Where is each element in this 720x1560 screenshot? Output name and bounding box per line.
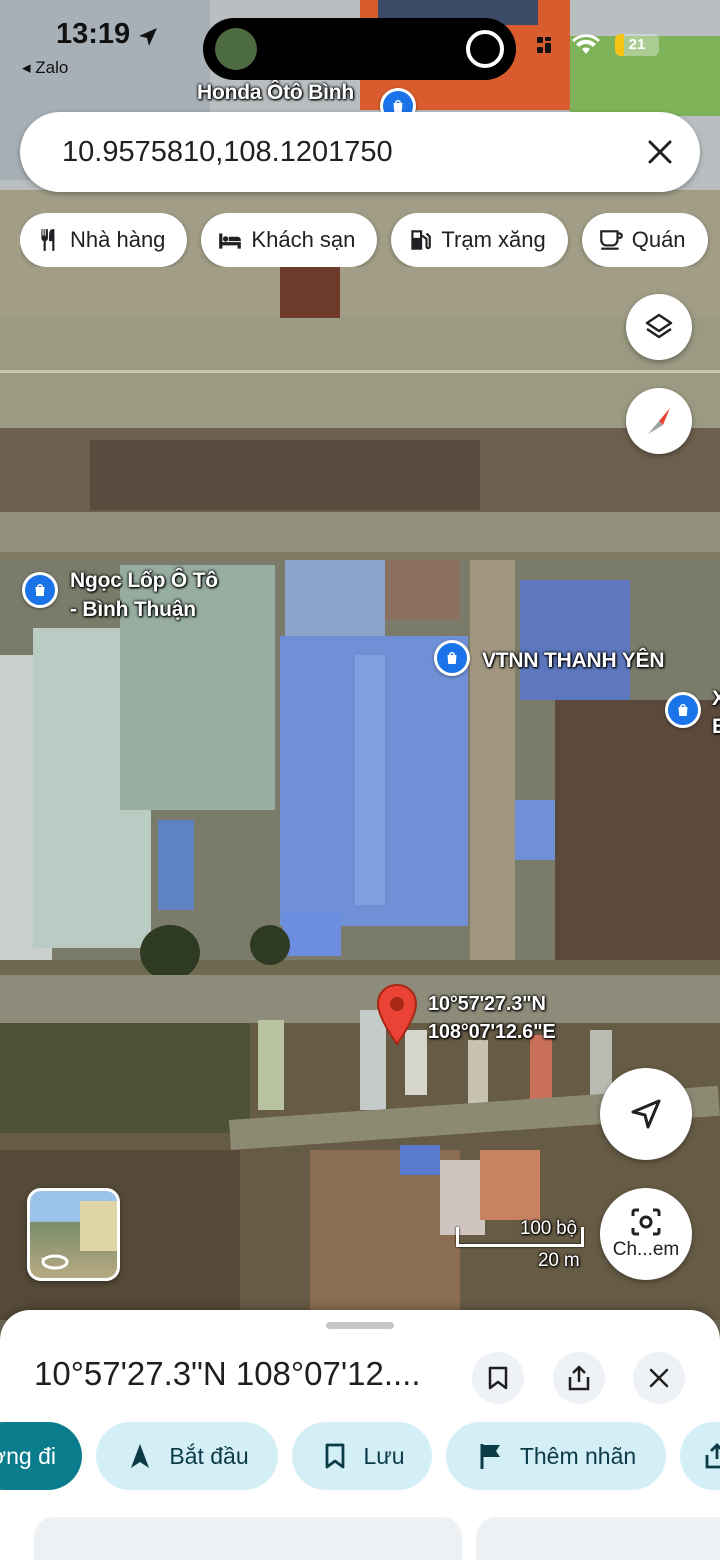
start-button[interactable]: Bắt đầu — [96, 1422, 278, 1490]
cafe-icon — [599, 230, 623, 250]
compass-icon — [648, 408, 670, 434]
activity-ring-icon — [466, 30, 504, 68]
info-card[interactable] — [476, 1517, 720, 1560]
street-view-thumbnail[interactable] — [27, 1188, 120, 1281]
my-location-button[interactable] — [600, 1068, 692, 1160]
navigation-arrow-icon — [131, 1444, 150, 1468]
bookmark-icon — [325, 1443, 344, 1469]
location-pin-icon[interactable] — [376, 983, 418, 1047]
cellular-signal-icon — [537, 37, 551, 53]
action-buttons-row: ường đi Bắt đầu Lưu Thêm nhãn — [0, 1422, 720, 1490]
shop-pin-icon[interactable] — [665, 692, 701, 728]
layers-button[interactable] — [626, 294, 692, 360]
layers-icon — [645, 313, 673, 339]
directions-label: ường đi — [0, 1442, 56, 1469]
chip-hotels[interactable]: Khách sạn — [201, 213, 378, 267]
directions-button[interactable]: ường đi — [0, 1422, 82, 1490]
navigation-arrow-icon — [631, 1099, 661, 1129]
share-icon — [705, 1443, 720, 1469]
close-icon — [648, 140, 672, 164]
map-label-edge-1[interactable]: X — [712, 686, 720, 711]
shop-pin-icon[interactable] — [22, 572, 58, 608]
chip-label: Khách sạn — [251, 227, 356, 252]
share-button[interactable] — [553, 1352, 605, 1404]
close-sheet-button[interactable] — [633, 1352, 685, 1404]
search-query-text[interactable]: 10.9575810,108.1201750 — [62, 136, 620, 169]
map-label-ngoc-lop-line1[interactable]: Ngọc Lốp Ô Tô — [70, 568, 218, 593]
category-chips: Nhà hàng Khách sạn Trạm xăng Quán — [20, 213, 720, 267]
pin-longitude: 108°07'12.6"E — [428, 1021, 556, 1043]
info-card[interactable] — [34, 1517, 462, 1560]
chip-label: Nhà hàng — [70, 227, 166, 252]
clear-search-button[interactable] — [620, 112, 700, 192]
rotate-360-icon — [41, 1254, 69, 1270]
map-label-ngoc-lop-line2[interactable]: - Bình Thuận — [70, 597, 196, 622]
sheet-drag-handle[interactable] — [326, 1322, 394, 1329]
scale-bar — [456, 1227, 584, 1247]
chip-gas-stations[interactable]: Trạm xăng — [391, 213, 568, 267]
status-icons: 21 — [535, 34, 659, 56]
save-label: Lưu — [363, 1442, 405, 1469]
save-button[interactable]: Lưu — [292, 1422, 432, 1490]
search-bar[interactable]: 10.9575810,108.1201750 — [20, 112, 700, 192]
chip-label: Trạm xăng — [441, 227, 546, 252]
wifi-icon — [572, 34, 600, 54]
battery-icon: 21 — [615, 34, 659, 56]
scale-meter-label: 20 m — [538, 1250, 580, 1271]
map-label-honda[interactable]: Honda Ôtô Bình — [197, 80, 354, 105]
close-icon — [649, 1368, 669, 1388]
compass-button[interactable] — [626, 388, 692, 454]
shop-pin-icon[interactable] — [434, 640, 470, 676]
restaurant-icon — [41, 229, 55, 251]
chip-label: Quán — [631, 227, 686, 252]
status-time: 13:19 — [56, 18, 131, 50]
back-to-zalo-link[interactable]: ◂ Zalo — [22, 58, 68, 78]
hotel-icon — [219, 233, 242, 249]
share-icon — [568, 1365, 590, 1391]
place-title: 10°57'27.3"N 108°07'12.... — [34, 1355, 421, 1392]
lens-label: Ch...em — [612, 1239, 680, 1260]
add-label-button[interactable]: Thêm nhãn — [446, 1422, 666, 1490]
flag-icon — [480, 1444, 500, 1469]
share-action-button[interactable] — [680, 1422, 720, 1490]
start-label: Bắt đầu — [169, 1442, 249, 1469]
add-label-label: Thêm nhãn — [519, 1442, 637, 1469]
map-label-edge-2[interactable]: E — [712, 714, 720, 739]
location-arrow-icon — [139, 28, 157, 46]
lens-camera-icon — [631, 1208, 661, 1236]
lens-search-button[interactable]: Ch...em — [600, 1188, 692, 1280]
dynamic-island[interactable] — [203, 18, 516, 80]
place-bottom-sheet[interactable]: 10°57'27.3"N 108°07'12.... ường đi Bắt đ… — [0, 1310, 720, 1560]
bookmark-icon — [488, 1366, 508, 1390]
save-bookmark-button[interactable] — [472, 1352, 524, 1404]
map-label-vtnn[interactable]: VTNN THANH YÊN — [482, 648, 665, 673]
chip-cafes[interactable]: Quán — [581, 213, 708, 267]
media-thumbnail — [215, 28, 257, 70]
chip-restaurants[interactable]: Nhà hàng — [20, 213, 188, 267]
pin-latitude: 10°57'27.3"N — [428, 993, 546, 1015]
gas-station-icon — [411, 230, 432, 250]
